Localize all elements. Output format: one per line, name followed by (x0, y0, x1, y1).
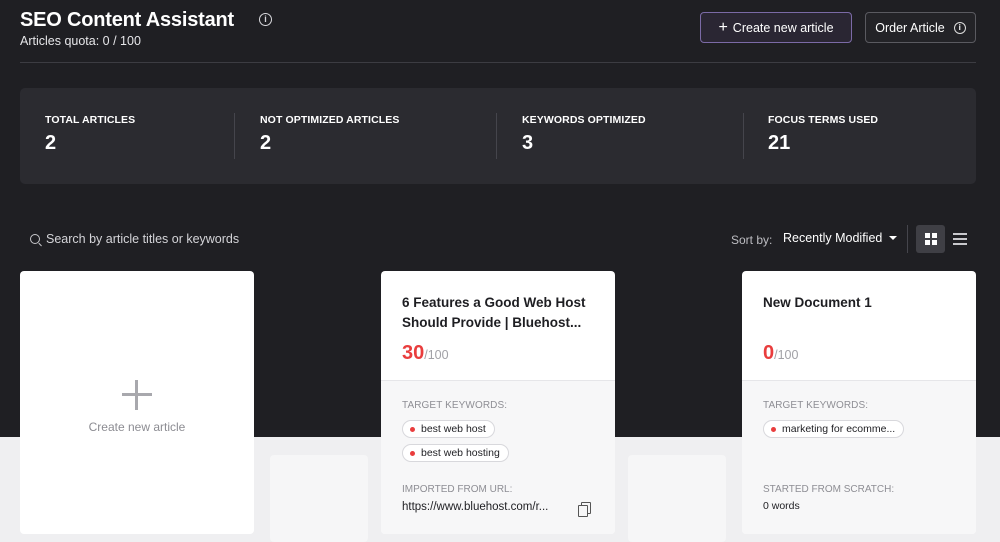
list-view-icon[interactable] (953, 233, 967, 245)
stats-panel: TOTAL ARTICLES 2 NOT OPTIMIZED ARTICLES … (20, 88, 976, 184)
source-label: IMPORTED FROM URL: (402, 484, 513, 495)
info-icon[interactable]: i (259, 13, 272, 26)
article-card[interactable]: New Document 1 0/100 TARGET KEYWORDS: ma… (742, 271, 976, 534)
search-placeholder: Search by article titles or keywords (46, 232, 240, 246)
stat-value: 2 (45, 132, 57, 154)
article-score: 30/100 (402, 342, 449, 364)
order-article-button[interactable]: Order Article i (865, 12, 976, 43)
page-header: SEO Content Assistant i Articles quota: … (20, 8, 980, 64)
plus-icon (122, 379, 152, 410)
sort-dropdown[interactable]: Recently Modified (783, 231, 898, 245)
page-title: SEO Content Assistant (20, 9, 234, 31)
stat-not-optimized-articles: NOT OPTIMIZED ARTICLES 2 (260, 114, 399, 155)
create-new-article-label: Create new article (732, 20, 834, 35)
create-new-article-button[interactable]: + Create new article (700, 12, 852, 43)
search-icon (30, 234, 40, 244)
source-label: STARTED FROM SCRATCH: (763, 484, 895, 495)
create-new-article-card[interactable]: Create new article (20, 271, 254, 534)
target-keywords-label: TARGET KEYWORDS: (402, 400, 508, 411)
copy-icon[interactable] (578, 502, 591, 517)
articles-quota: Articles quota: 0 / 100 (20, 34, 141, 48)
stat-value: 3 (522, 132, 534, 154)
stat-label: KEYWORDS OPTIMIZED (522, 114, 646, 126)
stat-keywords-optimized: KEYWORDS OPTIMIZED 3 (522, 114, 646, 155)
stat-label: TOTAL ARTICLES (45, 114, 136, 126)
order-article-label: Order Article (875, 20, 945, 35)
target-keywords-label: TARGET KEYWORDS: (763, 400, 869, 411)
stat-focus-terms-used: FOCUS TERMS USED 21 (768, 114, 878, 155)
sort-label: Sort by: (731, 233, 773, 247)
stat-value: 21 (768, 132, 791, 154)
placeholder-card (628, 455, 726, 542)
source-url: https://www.bluehost.com/r... (402, 501, 549, 513)
stat-divider (496, 113, 497, 159)
chevron-down-icon (889, 236, 898, 240)
article-score: 0/100 (763, 342, 799, 364)
stat-value: 2 (260, 132, 272, 154)
header-divider (20, 62, 976, 63)
stat-divider (743, 113, 744, 159)
keyword-tag: best web hosting (402, 444, 509, 462)
stat-total-articles: TOTAL ARTICLES 2 (45, 114, 135, 155)
info-icon: i (953, 21, 966, 34)
create-new-article-card-label: Create new article (88, 419, 186, 434)
search-input[interactable]: Search by article titles or keywords (30, 232, 239, 246)
article-title: 6 Features a Good Web Host Should Provid… (402, 295, 586, 330)
stat-label: FOCUS TERMS USED (768, 114, 879, 126)
plus-icon: + (718, 18, 728, 36)
word-count: 0 words (763, 500, 800, 512)
grid-view-icon[interactable] (916, 225, 945, 253)
toolbar-divider (907, 225, 908, 253)
stat-label: NOT OPTIMIZED ARTICLES (260, 114, 400, 126)
keyword-tag: marketing for ecomme... (763, 420, 905, 438)
placeholder-card (270, 455, 368, 542)
article-title: New Document 1 (763, 295, 872, 310)
article-card[interactable]: 6 Features a Good Web Host Should Provid… (381, 271, 615, 534)
sort-value: Recently Modified (783, 231, 883, 245)
keyword-tag: best web host (402, 420, 495, 438)
stat-divider (234, 113, 235, 159)
